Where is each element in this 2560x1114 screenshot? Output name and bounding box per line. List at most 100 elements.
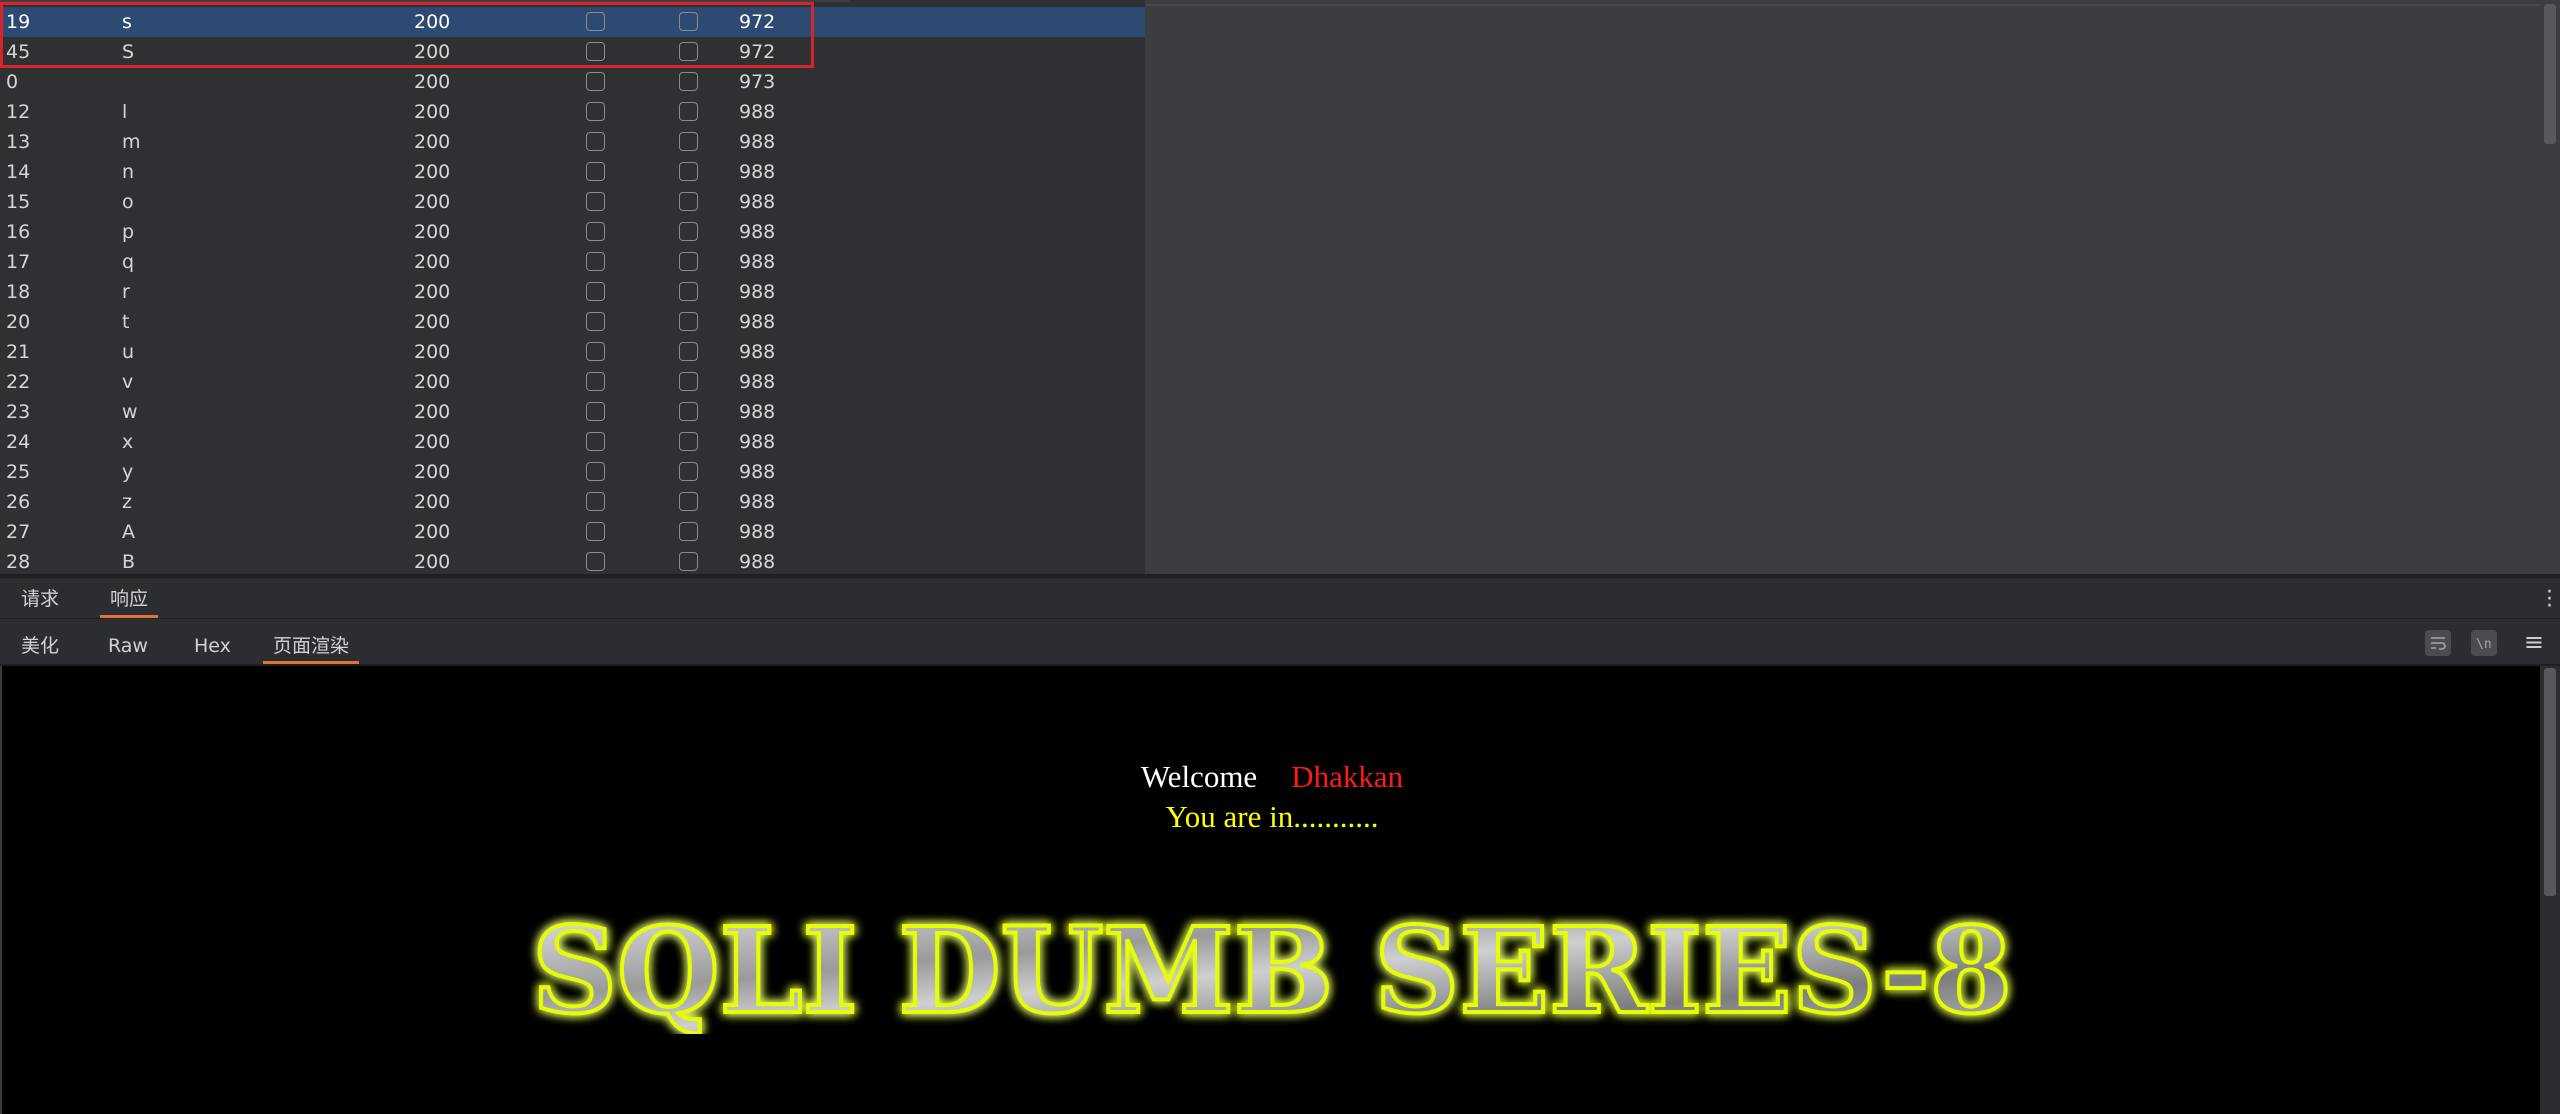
timeout-checkbox[interactable] <box>679 372 698 391</box>
tab-pretty-label: 美化 <box>21 635 60 657</box>
table-row[interactable]: 20 t 200 988 <box>0 307 1145 337</box>
cell-request-id: 45 <box>6 41 31 63</box>
error-checkbox[interactable] <box>586 462 605 481</box>
error-checkbox[interactable] <box>586 42 605 61</box>
wrap-icon[interactable] <box>2425 630 2451 656</box>
cell-request-id: 15 <box>6 191 31 213</box>
render-scrollbar-thumb[interactable] <box>2544 668 2556 896</box>
table-row[interactable]: 22 v 200 988 <box>0 367 1145 397</box>
error-checkbox[interactable] <box>586 492 605 511</box>
table-row[interactable]: 17 q 200 988 <box>0 247 1145 277</box>
table-row[interactable]: 23 w 200 988 <box>0 397 1145 427</box>
timeout-checkbox[interactable] <box>679 312 698 331</box>
tab-raw[interactable]: Raw <box>108 619 148 664</box>
table-row[interactable]: 25 y 200 988 <box>0 457 1145 487</box>
table-row[interactable]: 12 l 200 988 <box>0 97 1145 127</box>
cell-request-id: 18 <box>6 281 31 303</box>
tab-render[interactable]: 页面渲染 <box>262 619 360 664</box>
timeout-checkbox[interactable] <box>679 342 698 361</box>
error-checkbox[interactable] <box>586 102 605 121</box>
table-row[interactable]: 24 x 200 988 <box>0 427 1145 457</box>
tab-response[interactable]: 响应 <box>99 578 159 618</box>
error-checkbox[interactable] <box>586 312 605 331</box>
error-checkbox[interactable] <box>586 552 605 571</box>
results-scrollbar-thumb[interactable] <box>2544 4 2556 144</box>
response-view-tabs: 美化 Raw Hex 页面渲染 \n ≡ <box>0 619 2560 666</box>
tab-pretty[interactable]: 美化 <box>21 619 59 664</box>
cell-payload: r <box>122 281 130 303</box>
cell-status: 200 <box>414 161 451 183</box>
timeout-checkbox[interactable] <box>679 462 698 481</box>
timeout-checkbox[interactable] <box>679 402 698 421</box>
timeout-checkbox[interactable] <box>679 282 698 301</box>
timeout-checkbox[interactable] <box>679 72 698 91</box>
table-row[interactable]: 21 u 200 988 <box>0 337 1145 367</box>
table-row[interactable]: 28 B 200 988 <box>0 547 1145 574</box>
results-scrollbar[interactable] <box>2540 0 2560 574</box>
error-checkbox[interactable] <box>586 192 605 211</box>
newline-icon[interactable]: \n <box>2471 630 2497 656</box>
cell-status: 200 <box>414 251 451 273</box>
cell-request-id: 21 <box>6 341 31 363</box>
table-row[interactable]: 27 A 200 988 <box>0 517 1145 547</box>
cell-payload: o <box>122 191 134 213</box>
table-row[interactable]: 13 m 200 988 <box>0 127 1145 157</box>
timeout-checkbox[interactable] <box>679 192 698 211</box>
timeout-checkbox[interactable] <box>679 162 698 181</box>
cell-length: 988 <box>739 401 776 423</box>
timeout-checkbox[interactable] <box>679 522 698 541</box>
cell-request-id: 23 <box>6 401 31 423</box>
cell-status: 200 <box>414 311 451 333</box>
cell-length: 988 <box>739 371 776 393</box>
error-checkbox[interactable] <box>586 402 605 421</box>
error-checkbox[interactable] <box>586 132 605 151</box>
cell-payload: w <box>122 401 138 423</box>
table-row[interactable]: 0 200 973 <box>0 67 1145 97</box>
cell-status: 200 <box>414 521 451 543</box>
error-checkbox[interactable] <box>586 222 605 241</box>
table-row[interactable]: 18 r 200 988 <box>0 277 1145 307</box>
error-checkbox[interactable] <box>586 252 605 271</box>
tab-hex[interactable]: Hex <box>194 619 231 664</box>
menu-icon[interactable]: ≡ <box>2524 629 2544 655</box>
banner-text: SQLI DUMB SERIES-8 <box>532 904 2012 1034</box>
cell-status: 200 <box>414 461 451 483</box>
error-checkbox[interactable] <box>586 522 605 541</box>
cell-length: 988 <box>739 431 776 453</box>
timeout-checkbox[interactable] <box>679 132 698 151</box>
table-row[interactable]: 19 s 200 972 <box>0 7 1145 37</box>
cell-payload: S <box>122 41 135 63</box>
table-row[interactable]: 26 z 200 988 <box>0 487 1145 517</box>
cell-status: 200 <box>414 431 451 453</box>
error-checkbox[interactable] <box>586 72 605 91</box>
timeout-checkbox[interactable] <box>679 102 698 121</box>
cell-status: 200 <box>414 281 451 303</box>
timeout-checkbox[interactable] <box>679 12 698 31</box>
timeout-checkbox[interactable] <box>679 492 698 511</box>
cell-request-id: 22 <box>6 371 31 393</box>
table-row[interactable]: 14 n 200 988 <box>0 157 1145 187</box>
error-checkbox[interactable] <box>586 282 605 301</box>
timeout-checkbox[interactable] <box>679 42 698 61</box>
render-scrollbar[interactable] <box>2540 666 2560 1114</box>
more-options-icon[interactable]: · · · <box>2546 582 2553 618</box>
timeout-checkbox[interactable] <box>679 222 698 241</box>
cell-length: 988 <box>739 131 776 153</box>
tab-request[interactable]: 请求 <box>21 578 59 618</box>
error-checkbox[interactable] <box>586 432 605 451</box>
table-row[interactable]: 15 o 200 988 <box>0 187 1145 217</box>
cell-payload: p <box>122 221 135 243</box>
error-checkbox[interactable] <box>586 162 605 181</box>
cell-length: 988 <box>739 341 776 363</box>
cell-request-id: 24 <box>6 431 31 453</box>
error-checkbox[interactable] <box>586 342 605 361</box>
table-row[interactable]: 45 S 200 972 <box>0 37 1145 67</box>
cell-payload: v <box>122 371 134 393</box>
timeout-checkbox[interactable] <box>679 552 698 571</box>
welcome-text: Welcome <box>1140 759 1258 794</box>
timeout-checkbox[interactable] <box>679 252 698 271</box>
timeout-checkbox[interactable] <box>679 432 698 451</box>
error-checkbox[interactable] <box>586 12 605 31</box>
table-row[interactable]: 16 p 200 988 <box>0 217 1145 247</box>
error-checkbox[interactable] <box>586 372 605 391</box>
